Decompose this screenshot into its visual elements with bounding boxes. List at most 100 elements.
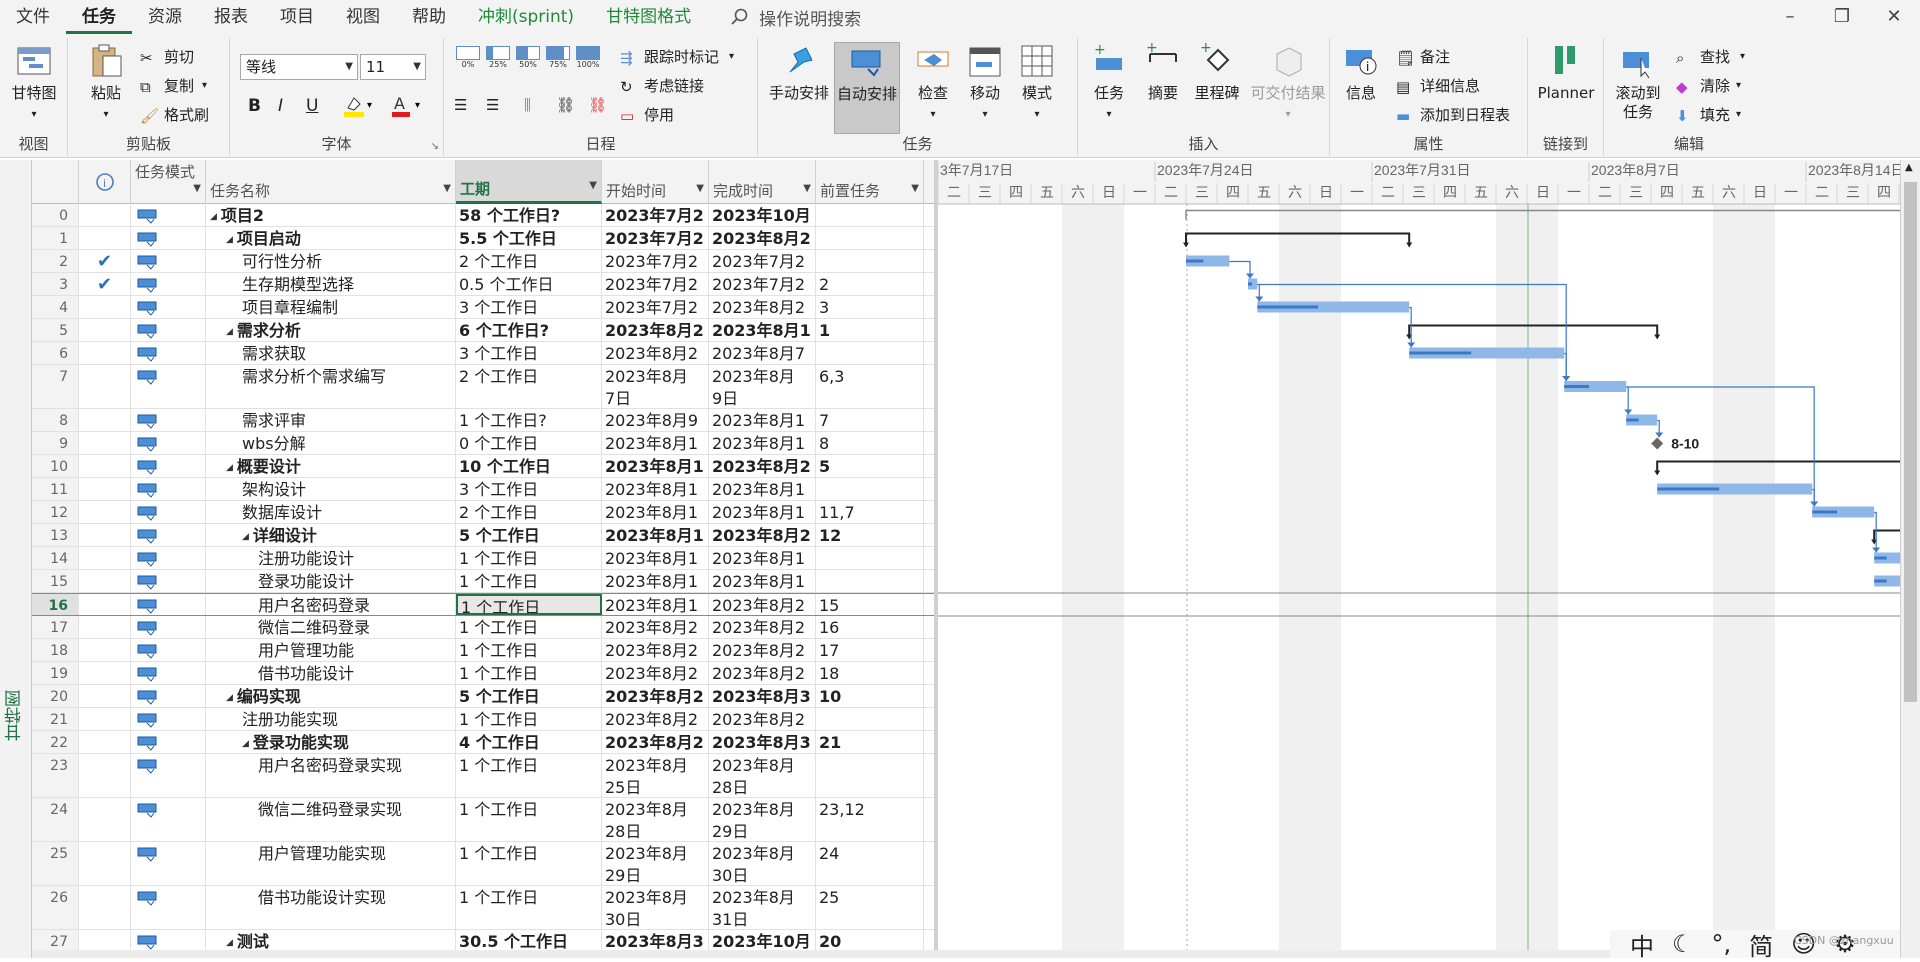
inspect-button[interactable]: 检查 ▾	[908, 42, 958, 124]
row-id[interactable]: 24	[32, 798, 79, 841]
start-cell[interactable]: 2023年8月 28日	[602, 798, 709, 841]
duration-header[interactable]: 工期 ▼	[456, 160, 602, 204]
predecessors-cell[interactable]	[816, 250, 924, 272]
duration-cell[interactable]: 1 个工作日	[456, 886, 602, 929]
collapse-triangle-icon[interactable]: ◢	[226, 687, 233, 708]
mode-cell[interactable]	[131, 685, 206, 707]
fill-button[interactable]: ⬇ 填充 ▾	[1676, 104, 1741, 125]
highlight-color-button[interactable]: ▾	[342, 94, 376, 123]
mode-cell[interactable]	[131, 930, 206, 952]
find-button[interactable]: ⌕ 查找 ▾	[1676, 46, 1745, 67]
row-id[interactable]: 23	[32, 754, 79, 797]
start-cell[interactable]: 2023年8月25	[602, 731, 709, 753]
unlink-tasks-button[interactable]: ⛓	[588, 96, 612, 114]
chevron-down-icon[interactable]: ▼	[803, 180, 811, 198]
table-row[interactable]: 4 项目章程编制 3 个工作日2023年7月282023年8月2日3	[32, 296, 934, 319]
finish-cell[interactable]: 2023年8月10	[709, 409, 816, 431]
start-cell[interactable]: 2023年8月2日	[602, 342, 709, 364]
finish-cell[interactable]: 2023年8月31	[709, 731, 816, 753]
table-row[interactable]: 13◢详细设计5 个工作日2023年8月172023年8月2412	[32, 524, 934, 547]
start-header[interactable]: 开始时间 ▼	[602, 160, 709, 204]
task-name-cell[interactable]: 用户管理功能	[206, 639, 456, 661]
table-row[interactable]: 1◢项目启动5.5 个工作日2023年7月26日2023年8月2日	[32, 227, 934, 250]
finish-cell[interactable]: 2023年10月13	[709, 204, 816, 226]
mode-cell[interactable]	[131, 296, 206, 318]
task-name-cell[interactable]: ◢ 项目2	[206, 204, 456, 226]
duration-cell[interactable]: 5 个工作日	[456, 685, 602, 707]
start-cell[interactable]: 2023年8月2日	[602, 319, 709, 341]
chevron-down-icon[interactable]: ▼	[911, 180, 919, 198]
duration-cell[interactable]: 58 个工作日?	[456, 204, 602, 226]
table-row[interactable]: 16 用户名密码登录 1 个工作日2023年8月182023年8月2115	[32, 593, 934, 616]
duration-cell[interactable]: 5 个工作日	[456, 524, 602, 546]
row-id[interactable]: 2	[32, 250, 79, 272]
task-name-cell[interactable]: 登录功能设计	[206, 570, 456, 592]
finish-cell[interactable]: 2023年8月24	[709, 662, 816, 684]
add-to-timeline-button[interactable]: ▬ 添加到日程表	[1396, 104, 1510, 125]
start-cell[interactable]: 2023年8月10	[602, 478, 709, 500]
mode-cell[interactable]	[131, 616, 206, 638]
start-cell[interactable]: 2023年7月28	[602, 273, 709, 295]
row-id[interactable]: 7	[32, 365, 79, 408]
ime-item[interactable]: 简	[1749, 927, 1773, 962]
task-name-cell[interactable]: ◢ 测试	[206, 930, 456, 952]
row-id[interactable]: 17	[32, 616, 79, 638]
predecessors-cell[interactable]: 12	[816, 524, 924, 546]
predecessors-cell[interactable]	[816, 342, 924, 364]
indent-button[interactable]: ☰	[486, 96, 510, 114]
scrollbar-thumb[interactable]	[1904, 182, 1917, 702]
finish-cell[interactable]: 2023年8月 9日	[709, 365, 816, 408]
table-row[interactable]: 25 用户管理功能实现 1 个工作日 2023年8月 29日 2023年8月 30日 24	[32, 842, 934, 886]
task-name-cell[interactable]: 需求分析个需求编写	[206, 365, 456, 408]
percent-2-button[interactable]: 50%	[516, 46, 540, 69]
finish-cell[interactable]: 2023年7月28	[709, 273, 816, 295]
table-row[interactable]: 14 注册功能设计 1 个工作日2023年8月172023年8月18	[32, 547, 934, 570]
start-cell[interactable]: 2023年8月21	[602, 616, 709, 638]
duration-cell[interactable]: 1 个工作日	[456, 754, 602, 797]
table-row[interactable]: 20◢编码实现5 个工作日2023年8月242023年8月3110	[32, 685, 934, 708]
ime-item[interactable]: 中	[1630, 927, 1654, 962]
duration-cell[interactable]: 2 个工作日	[456, 501, 602, 523]
predecessors-cell[interactable]	[816, 204, 924, 226]
paste-button[interactable]: 粘贴 ▾	[86, 42, 126, 124]
finish-cell[interactable]: 2023年8月2日	[709, 296, 816, 318]
predecessors-cell[interactable]: 16	[816, 616, 924, 638]
task-name-cell[interactable]: 微信二维码登录	[206, 616, 456, 638]
insert-deliverable-button[interactable]: 可交付结果 ▾	[1246, 42, 1330, 124]
menu-item-5[interactable]: 视图	[330, 0, 396, 34]
table-row[interactable]: 7 需求分析个需求编写 2 个工作日 2023年8月 7日 2023年8月 9日 6,3	[32, 365, 934, 409]
table-row[interactable]: 21 注册功能实现 1 个工作日2023年8月242023年8月25	[32, 708, 934, 731]
menu-item-3[interactable]: 报表	[198, 0, 264, 34]
row-id[interactable]: 12	[32, 501, 79, 523]
predecessors-cell[interactable]: 23,12	[816, 798, 924, 841]
predecessors-cell[interactable]: 10	[816, 685, 924, 707]
mode-cell[interactable]	[131, 639, 206, 661]
table-row[interactable]: 5◢需求分析6 个工作日?2023年8月2日2023年8月101	[32, 319, 934, 342]
start-cell[interactable]: 2023年8月10	[602, 455, 709, 477]
row-id[interactable]: 4	[32, 296, 79, 318]
task-name-cell[interactable]: 注册功能实现	[206, 708, 456, 730]
start-cell[interactable]: 2023年8月23	[602, 662, 709, 684]
row-id[interactable]: 0	[32, 204, 79, 226]
split-task-button[interactable]: ⫼	[524, 96, 548, 114]
table-row[interactable]: 26 借书功能设计实现 1 个工作日 2023年8月 30日 2023年8月 31日 25	[32, 886, 934, 930]
predecessors-cell[interactable]	[816, 754, 924, 797]
row-id[interactable]: 20	[32, 685, 79, 707]
table-row[interactable]: 22◢登录功能实现4 个工作日2023年8月252023年8月3121	[32, 731, 934, 754]
percent-0-button[interactable]: 0%	[456, 46, 480, 69]
finish-cell[interactable]: 2023年8月21	[709, 594, 816, 615]
predecessors-cell[interactable]: 3	[816, 296, 924, 318]
bold-button[interactable]: B	[248, 96, 261, 116]
predecessors-cell[interactable]: 25	[816, 886, 924, 929]
task-name-cell[interactable]: wbs分解	[206, 432, 456, 454]
table-row[interactable]: 18 用户管理功能 1 个工作日2023年8月222023年8月2317	[32, 639, 934, 662]
task-name-cell[interactable]: 架构设计	[206, 478, 456, 500]
finish-cell[interactable]: 2023年8月 28日	[709, 754, 816, 797]
row-id[interactable]: 3	[32, 273, 79, 295]
duration-cell[interactable]: 1 个工作日?	[456, 409, 602, 431]
finish-cell[interactable]: 2023年8月 29日	[709, 798, 816, 841]
duration-cell[interactable]: 1 个工作日	[456, 842, 602, 885]
mode-cell[interactable]	[131, 842, 206, 885]
insert-task-button[interactable]: + 任务 ▾	[1084, 42, 1134, 124]
mode-cell[interactable]	[131, 409, 206, 431]
